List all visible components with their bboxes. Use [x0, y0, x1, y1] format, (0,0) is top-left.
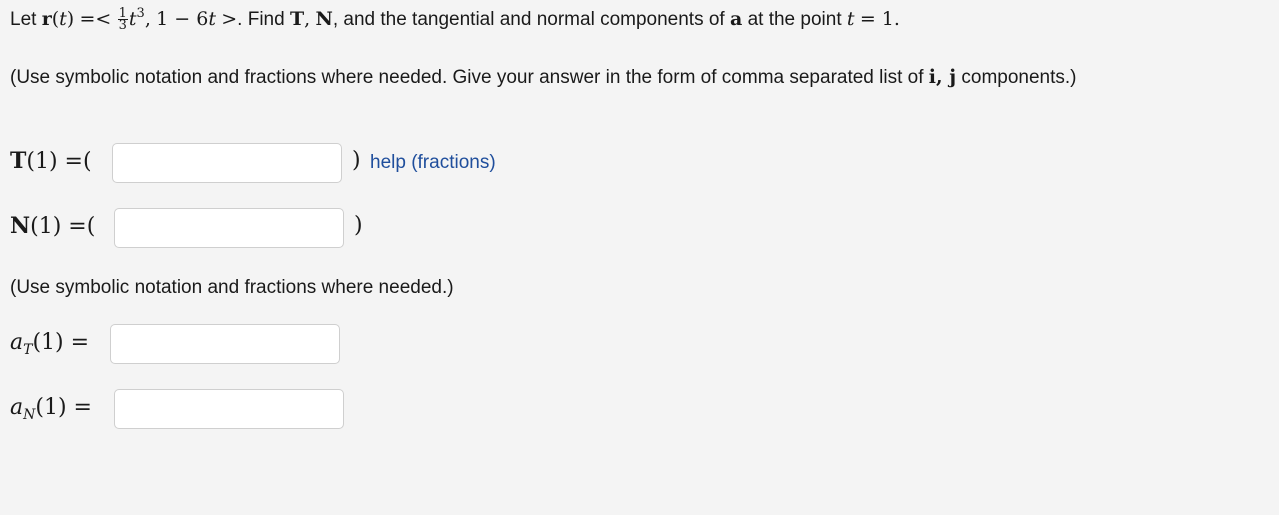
r-vector-symbol: r: [41, 8, 52, 30]
T-field-label: T(1) =(: [10, 148, 92, 174]
find-text: . Find: [237, 9, 285, 30]
N-vector-symbol: N: [315, 8, 333, 30]
help-fractions-link[interactable]: help (fractions): [370, 152, 496, 174]
a-vector-symbol: a: [729, 8, 743, 30]
instructions-text: (Use symbolic notation and fractions whe…: [10, 67, 924, 88]
t-variable: t: [59, 8, 67, 30]
aT-field-label: aT(1) =: [10, 330, 90, 358]
one-third-fraction: 13: [117, 6, 128, 34]
N-answer-input[interactable]: [114, 208, 344, 248]
point-value: = 1.: [859, 8, 900, 30]
exponent: 3: [136, 6, 145, 21]
aT-answer-input[interactable]: [110, 324, 340, 364]
vector-open-bracket: =<: [79, 8, 112, 30]
vector-close-bracket: >: [221, 8, 238, 30]
ij-components-symbol: i, j: [928, 66, 957, 88]
problem-rest-text: , and the tangential and normal componen…: [332, 9, 725, 30]
instructions-text-end: components.): [961, 67, 1077, 88]
second-component: 1 − 6: [156, 8, 209, 30]
instructions-second: (Use symbolic notation and fractions whe…: [10, 277, 454, 298]
T-answer-input[interactable]: [112, 143, 342, 183]
aN-answer-input[interactable]: [114, 389, 344, 429]
aN-field-label: aN(1) =: [10, 395, 92, 423]
problem-statement: Let r(t) =< 1 3 t3, 1 − 6t >. Find T, N, a…: [10, 6, 900, 34]
problem-lead-text: Let: [10, 9, 37, 30]
N-field-label: N(1) =(: [10, 213, 96, 239]
T-vector-symbol: T: [289, 8, 305, 30]
at-point-text: at the point: [747, 9, 842, 30]
N-close-paren: ): [354, 213, 363, 238]
T-close-paren: ): [352, 148, 361, 173]
instructions-line: (Use symbolic notation and fractions whe…: [10, 66, 1077, 89]
